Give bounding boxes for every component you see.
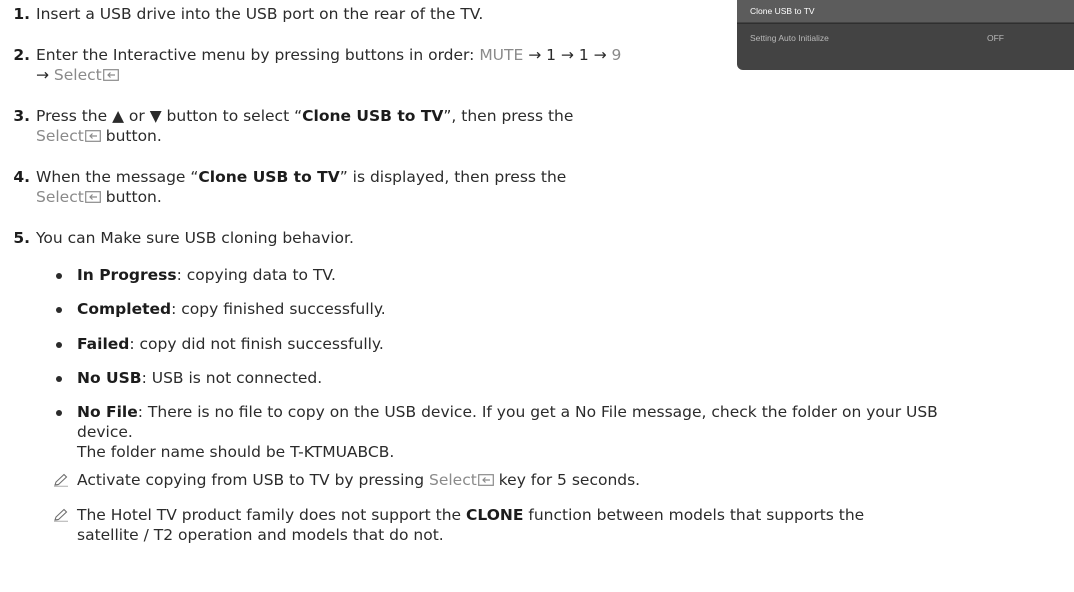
bullet-dot: [56, 307, 62, 313]
enter-key-icon: [477, 474, 494, 486]
step-3: 3. Press the ▲ or ▼ button to select “Cl…: [0, 106, 710, 146]
step-text-part: ”, then press the: [443, 107, 574, 125]
status-desc: : copying data to TV.: [176, 266, 336, 284]
status-term: No File: [77, 403, 138, 421]
select-key-label: Select: [36, 188, 84, 206]
status-desc: : USB is not connected.: [141, 369, 323, 387]
menu-divider: [737, 23, 1074, 24]
status-term: Failed: [77, 335, 130, 353]
menu-item-setting-auto-initialize[interactable]: Setting Auto Initialize OFF: [737, 27, 1074, 49]
clone-emphasis: CLONE: [466, 506, 524, 524]
menu-item-value: OFF: [987, 33, 1004, 43]
step-text-part: Press the ▲ or ▼ button to select “: [36, 107, 303, 125]
status-no-file: No File: There is no file to copy on the…: [0, 402, 1074, 462]
mute-key-label: MUTE: [479, 46, 524, 64]
step-text: Press the ▲ or ▼ button to select “Clone…: [36, 106, 710, 146]
step-text: When the message “Clone USB to TV” is di…: [36, 167, 710, 207]
key-nine-label: 9: [611, 46, 622, 64]
note-text: Activate copying from USB to TV by press…: [77, 470, 1044, 490]
step-text-part: Enter the Interactive menu by pressing b…: [36, 46, 480, 64]
note-clone-support: The Hotel TV product family does not sup…: [0, 505, 1074, 545]
step-number: 5.: [13, 229, 30, 247]
note-text-part: The Hotel TV product family does not sup…: [77, 506, 467, 524]
enter-key-icon: [102, 69, 119, 81]
step-number: 3.: [13, 107, 30, 125]
select-key-label: Select: [36, 127, 84, 145]
tv-menu-panel: Clone USB to TV Setting Auto Initialize …: [737, 0, 1074, 70]
bullet-dot: [56, 376, 62, 382]
select-key-label: Select: [428, 471, 477, 489]
status-desc: : copy did not finish successfully.: [129, 335, 384, 353]
bullet-text: In Progress: copying data to TV.: [77, 265, 1054, 285]
note-text-cont: satellite / T2 operation and models that…: [77, 526, 444, 544]
pencil-note-icon: [54, 508, 68, 522]
step-text: Enter the Interactive menu by pressing b…: [36, 45, 710, 85]
enter-key-icon: [84, 130, 101, 142]
status-desc: : There is no file to copy on the USB de…: [137, 403, 938, 421]
step-text-part: button.: [100, 127, 162, 145]
status-desc: : copy finished successfully.: [171, 300, 386, 318]
pencil-note-icon: [54, 473, 68, 487]
menu-item-label: Setting Auto Initialize: [750, 33, 829, 43]
status-term: No USB: [77, 369, 142, 387]
bullet-text: No USB: USB is not connected.: [77, 368, 1054, 388]
key-sequence: → 1 → 1 →: [523, 46, 612, 64]
menu-item-clone-usb-to-tv[interactable]: Clone USB to TV: [737, 0, 1074, 22]
bullet-text: No File: There is no file to copy on the…: [77, 402, 1054, 462]
bullet-dot: [56, 342, 62, 348]
step-text: Insert a USB drive into the USB port on …: [36, 5, 484, 23]
step-2: 2. Enter the Interactive menu by pressin…: [0, 45, 710, 85]
step-text: You can Make sure USB cloning behavior.: [36, 229, 354, 247]
step-4: 4. When the message “Clone USB to TV” is…: [0, 167, 710, 207]
manual-page: Clone USB to TV Setting Auto Initialize …: [0, 0, 1074, 592]
status-term: Completed: [77, 300, 172, 318]
step-number: 2.: [13, 46, 30, 64]
folder-name-text: The folder name should be T-KTMUABCB.: [77, 443, 395, 461]
enter-key-icon: [84, 191, 101, 203]
menu-name-emphasis: Clone USB to TV: [302, 107, 444, 125]
note-text-part: function between models that supports th…: [523, 506, 865, 524]
note-text-part: Activate copying from USB to TV by press…: [77, 471, 429, 489]
bullet-text: Failed: copy did not finish successfully…: [77, 334, 1054, 354]
bullet-dot: [56, 410, 62, 416]
step-text-part: ” is displayed, then press the: [339, 168, 567, 186]
bullet-text: Completed: copy finished successfully.: [77, 299, 1054, 319]
status-term: In Progress: [77, 266, 177, 284]
menu-item-label: Clone USB to TV: [750, 6, 815, 16]
bullet-dot: [56, 273, 62, 279]
step-text-part: When the message “: [36, 168, 199, 186]
step-text-part: button.: [100, 188, 162, 206]
status-desc-cont: device.: [77, 423, 133, 441]
note-text: The Hotel TV product family does not sup…: [77, 505, 1044, 545]
step-number: 1.: [13, 5, 30, 23]
note-text-part: key for 5 seconds.: [493, 471, 641, 489]
arrow-text: →: [36, 66, 54, 84]
select-key-label: Select: [53, 66, 102, 84]
menu-name-emphasis: Clone USB to TV: [198, 168, 340, 186]
step-number: 4.: [13, 168, 30, 186]
